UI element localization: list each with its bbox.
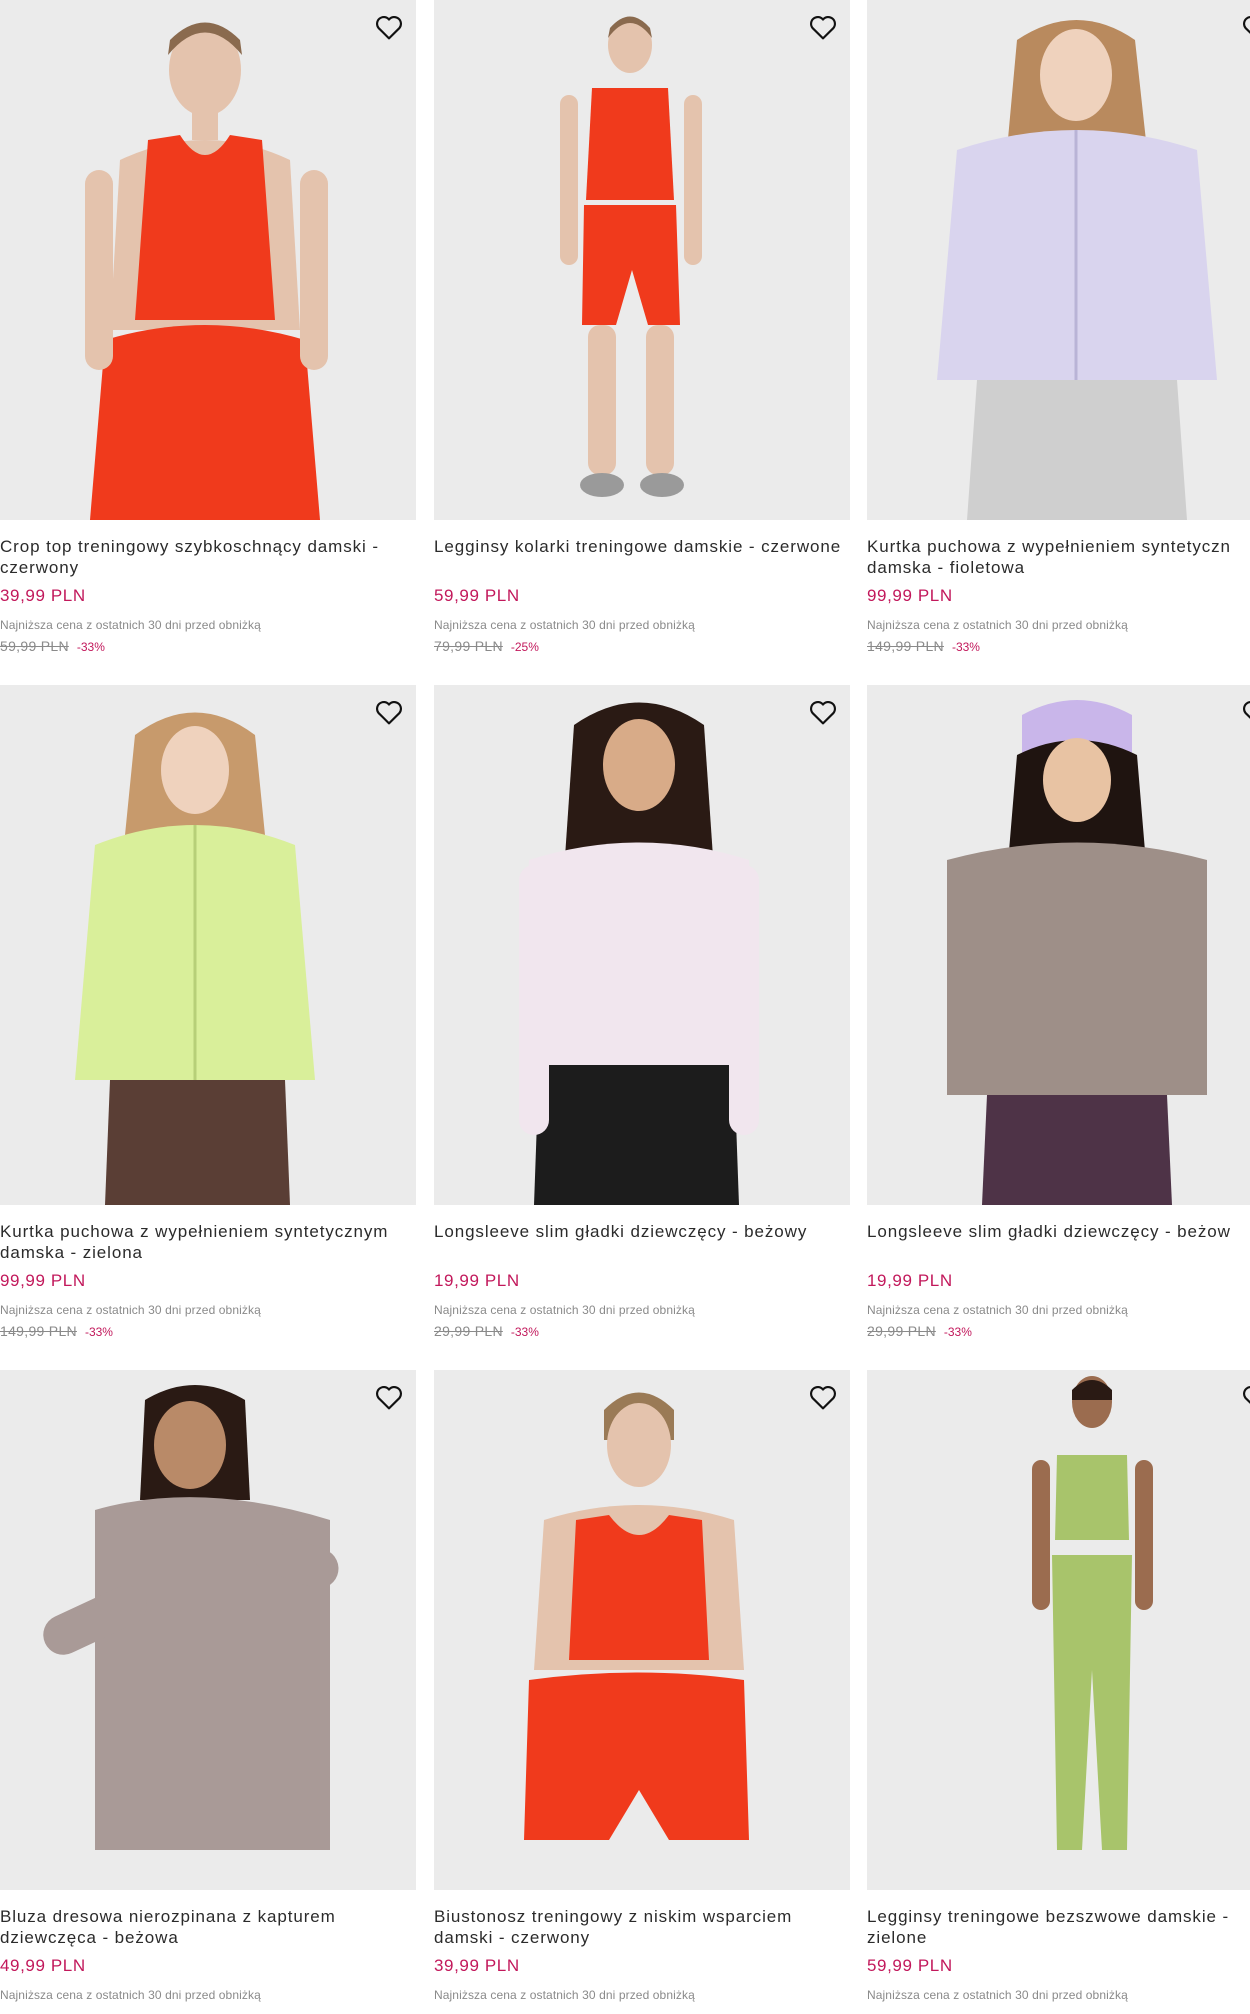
- heart-outline-icon: [1243, 16, 1250, 34]
- old-price-row: 79,99 PLN -25%: [434, 638, 850, 656]
- model-photo: [560, 16, 702, 497]
- favorite-button[interactable]: [806, 10, 840, 44]
- model-photo: [75, 712, 315, 1205]
- product-card[interactable]: Longsleeve slim gładki dziewczęcy - beżo…: [434, 685, 850, 1341]
- product-image[interactable]: [0, 0, 416, 520]
- product-title[interactable]: Crop top treningowy szybkoschnący damski…: [0, 536, 416, 578]
- product-card[interactable]: Legginsy treningowe bezszwowe damskie - …: [867, 1370, 1250, 2004]
- product-price: 39,99 PLN: [434, 1956, 520, 1975]
- model-photo: [937, 20, 1217, 520]
- model-photo: [947, 700, 1207, 1205]
- favorite-button[interactable]: [806, 1380, 840, 1414]
- old-price: 149,99 PLN: [0, 1323, 77, 1339]
- discount-badge: -33%: [951, 640, 980, 654]
- product-title[interactable]: Bluza dresowa nierozpinana z kapturem dz…: [0, 1906, 416, 1948]
- product-title[interactable]: Legginsy kolarki treningowe damskie - cz…: [434, 536, 850, 578]
- old-price: 149,99 PLN: [867, 638, 944, 654]
- product-image[interactable]: [867, 0, 1250, 520]
- discount-badge: -33%: [943, 1325, 972, 1339]
- old-price-row: 29,99 PLN -33%: [867, 1323, 1250, 1341]
- heart-outline-icon: [376, 16, 402, 40]
- lowest-price-note: Najniższa cena z ostatnich 30 dni przed …: [0, 1303, 261, 1317]
- favorite-button[interactable]: [1239, 695, 1250, 729]
- discount-badge: -33%: [84, 1325, 113, 1339]
- product-price: 99,99 PLN: [0, 1271, 86, 1290]
- product-title[interactable]: Kurtka puchowa z wypełnieniem syntetyczn…: [0, 1221, 416, 1263]
- favorite-button[interactable]: [372, 695, 406, 729]
- product-image[interactable]: [434, 685, 850, 1205]
- product-price: 39,99 PLN: [0, 586, 86, 605]
- product-price: 19,99 PLN: [867, 1271, 953, 1290]
- old-price: 29,99 PLN: [434, 1323, 503, 1339]
- favorite-button[interactable]: [1239, 10, 1250, 44]
- heart-outline-icon: [810, 1386, 836, 1410]
- product-image[interactable]: [0, 1370, 416, 1890]
- lowest-price-note: Najniższa cena z ostatnich 30 dni przed …: [0, 618, 261, 632]
- favorite-button[interactable]: [1239, 1380, 1250, 1414]
- product-grid: Crop top treningowy szybkoschnący damski…: [0, 0, 1250, 2014]
- product-price: 19,99 PLN: [434, 1271, 520, 1290]
- lowest-price-note: Najniższa cena z ostatnich 30 dni przed …: [434, 1988, 695, 2002]
- model-photo: [1032, 1376, 1153, 1850]
- favorite-button[interactable]: [372, 10, 406, 44]
- model-photo: [85, 22, 328, 520]
- old-price-row: 59,99 PLN -33%: [0, 638, 416, 656]
- discount-badge: -33%: [76, 640, 105, 654]
- product-card[interactable]: Kurtka puchowa z wypełnieniem syntetyczn…: [0, 685, 416, 1341]
- lowest-price-note: Najniższa cena z ostatnich 30 dni przed …: [867, 618, 1128, 632]
- old-price: 79,99 PLN: [434, 638, 503, 654]
- model-photo: [524, 1392, 749, 1840]
- heart-outline-icon: [810, 16, 836, 40]
- product-card[interactable]: Bluza dresowa nierozpinana z kapturem dz…: [0, 1370, 416, 2004]
- favorite-button[interactable]: [806, 695, 840, 729]
- product-card[interactable]: Longsleeve slim gładki dziewczęcy - beżo…: [867, 685, 1250, 1341]
- product-title[interactable]: Biustonosz treningowy z niskim wsparciem…: [434, 1906, 850, 1948]
- product-title[interactable]: Longsleeve slim gładki dziewczęcy - beżo…: [867, 1221, 1250, 1263]
- heart-outline-icon: [376, 1386, 402, 1410]
- old-price: 29,99 PLN: [867, 1323, 936, 1339]
- heart-outline-icon: [1243, 701, 1250, 719]
- lowest-price-note: Najniższa cena z ostatnich 30 dni przed …: [434, 1303, 695, 1317]
- product-title[interactable]: Longsleeve slim gładki dziewczęcy - beżo…: [434, 1221, 850, 1263]
- old-price-row: 29,99 PLN -33%: [434, 1323, 850, 1341]
- product-price: 59,99 PLN: [867, 1956, 953, 1975]
- product-price: 49,99 PLN: [0, 1956, 86, 1975]
- discount-badge: -25%: [510, 640, 539, 654]
- product-image[interactable]: [867, 685, 1250, 1205]
- product-card[interactable]: Crop top treningowy szybkoschnący damski…: [0, 0, 416, 656]
- product-card[interactable]: Legginsy kolarki treningowe damskie - cz…: [434, 0, 850, 656]
- model-photo: [43, 1385, 339, 1850]
- product-card[interactable]: Kurtka puchowa z wypełnieniem syntetyczn…: [867, 0, 1250, 656]
- product-card[interactable]: Biustonosz treningowy z niskim wsparciem…: [434, 1370, 850, 2004]
- old-price: 59,99 PLN: [0, 638, 69, 654]
- product-title[interactable]: Legginsy treningowe bezszwowe damskie - …: [867, 1906, 1250, 1948]
- favorite-button[interactable]: [372, 1380, 406, 1414]
- lowest-price-note: Najniższa cena z ostatnich 30 dni przed …: [867, 1988, 1128, 2002]
- old-price-row: 149,99 PLN -33%: [867, 638, 1250, 656]
- product-image[interactable]: [434, 0, 850, 520]
- heart-outline-icon: [376, 701, 402, 725]
- product-price: 59,99 PLN: [434, 586, 520, 605]
- heart-outline-icon: [810, 701, 836, 725]
- product-image[interactable]: [0, 685, 416, 1205]
- lowest-price-note: Najniższa cena z ostatnich 30 dni przed …: [867, 1303, 1128, 1317]
- product-price: 99,99 PLN: [867, 586, 953, 605]
- product-image[interactable]: [867, 1370, 1250, 1890]
- heart-outline-icon: [1243, 1386, 1250, 1404]
- lowest-price-note: Najniższa cena z ostatnich 30 dni przed …: [434, 618, 695, 632]
- old-price-row: 149,99 PLN -33%: [0, 1323, 416, 1341]
- product-image[interactable]: [434, 1370, 850, 1890]
- model-photo: [519, 702, 759, 1205]
- lowest-price-note: Najniższa cena z ostatnich 30 dni przed …: [0, 1988, 261, 2002]
- product-title[interactable]: Kurtka puchowa z wypełnieniem syntetyczn…: [867, 536, 1250, 578]
- discount-badge: -33%: [510, 1325, 539, 1339]
